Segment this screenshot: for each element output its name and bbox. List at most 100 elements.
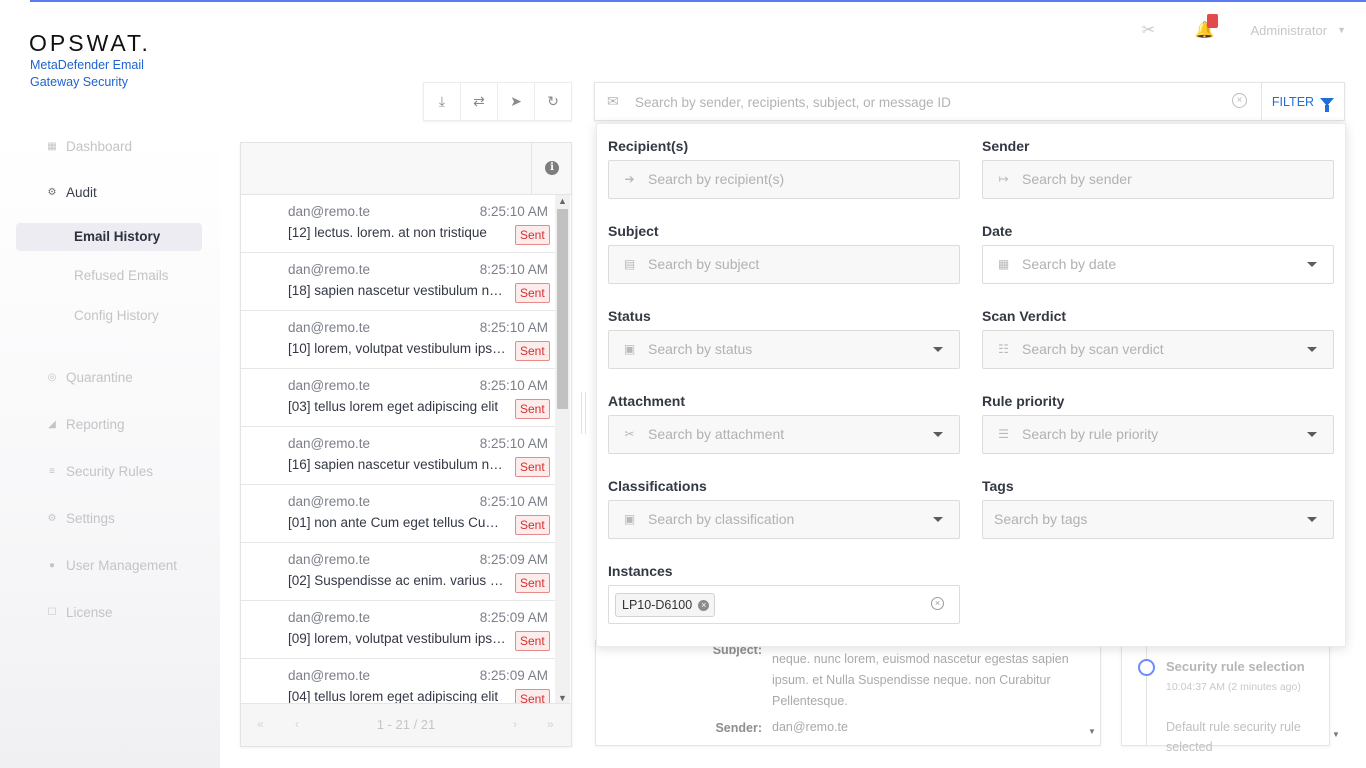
instance-chip[interactable]: LP10-D6100 × [615, 593, 716, 617]
sidebar-item-label: Reporting [66, 417, 125, 432]
remove-chip-icon[interactable]: × [698, 599, 710, 611]
instances-field[interactable]: LP10-D6100 × × [608, 585, 960, 624]
settings-icon: ⚙ [47, 513, 57, 524]
table-row[interactable]: dan@remo.te 8:25:10 AM [01] non ante Cum… [241, 485, 555, 543]
caret-down-icon [933, 347, 943, 352]
scroll-down-icon[interactable]: ▼ [555, 693, 570, 703]
sender-field[interactable]: ↦ Search by sender [982, 160, 1334, 199]
email-subject: [09] lorem, volutpat vestibulum ipsum [288, 631, 508, 646]
email-sender: dan@remo.te [288, 494, 370, 509]
email-sender: dan@remo.te [288, 320, 370, 335]
caret-down-icon [1307, 432, 1317, 437]
search-input[interactable] [633, 83, 1227, 122]
info-icon[interactable]: i [545, 161, 559, 175]
subject-field[interactable]: ▤ Search by subject [608, 245, 960, 284]
caret-down-icon [1307, 262, 1317, 267]
table-row[interactable]: dan@remo.te 8:25:09 AM [02] Suspendisse … [241, 543, 555, 601]
sign-in-icon: ➔ [624, 172, 635, 186]
attachment-field[interactable]: ✂ Search by attachment [608, 415, 960, 454]
sidebar-item-security-rules[interactable]: ≡ Security Rules [46, 464, 153, 479]
calendar-icon: ▦ [997, 257, 1010, 271]
audit-icon: ⚙ [47, 187, 57, 198]
status-badge: Sent [515, 689, 550, 703]
sidebar-item-email-history[interactable]: Email History [74, 229, 160, 244]
scan-verdict-placeholder: Search by scan verdict [1022, 341, 1164, 357]
email-time: 8:25:10 AM [479, 320, 548, 335]
opswat-logo: OPSWAT. [29, 30, 151, 56]
recipients-placeholder: Search by recipient(s) [648, 171, 785, 187]
file-search-icon: ☷ [998, 342, 1009, 356]
recipients-field[interactable]: ➔ Search by recipient(s) [608, 160, 960, 199]
tags-field[interactable]: Search by tags [982, 500, 1334, 539]
table-row[interactable]: dan@remo.te 8:25:10 AM [12] lectus. lore… [241, 195, 555, 253]
clear-icon[interactable]: × [1232, 93, 1247, 108]
user-menu[interactable]: Administrator ▼ [1251, 23, 1347, 38]
integration-icon[interactable]: ✂ [1139, 20, 1159, 40]
sidebar-item-label: License [66, 605, 113, 620]
sidebar-item-refused-emails[interactable]: Refused Emails [74, 268, 169, 283]
scan-verdict-field[interactable]: ☷ Search by scan verdict [982, 330, 1334, 369]
next-page-icon[interactable]: › [513, 717, 517, 731]
email-subject: [02] Suspendisse ac enim. varius eget [288, 573, 508, 588]
list-scrollbar[interactable]: ▲ ▼ [555, 195, 570, 703]
classifications-label: Classifications [608, 478, 707, 494]
sidebar-item-config-history[interactable]: Config History [74, 308, 159, 323]
send-icon: ➤ [510, 93, 522, 109]
email-sender: dan@remo.te [288, 378, 370, 393]
sidebar-item-settings[interactable]: ⚙ Settings [46, 511, 115, 526]
caret-down-icon [1307, 347, 1317, 352]
panel-splitter-handle[interactable] [581, 392, 586, 434]
sidebar-item-audit[interactable]: ⚙ Audit [46, 185, 97, 200]
email-time: 8:25:10 AM [479, 204, 548, 219]
table-row[interactable]: dan@remo.te 8:25:10 AM [10] lorem, volut… [241, 311, 555, 369]
email-time: 8:25:09 AM [479, 610, 548, 625]
scroll-up-icon[interactable]: ▲ [555, 196, 570, 206]
timeline-panel: Security rule selection 10:04:37 AM (2 m… [1121, 640, 1330, 754]
sender-placeholder: Search by sender [1022, 171, 1132, 187]
table-row[interactable]: dan@remo.te 8:25:09 AM [09] lorem, volut… [241, 601, 555, 659]
sidebar-item-license[interactable]: ☐ License [46, 605, 113, 620]
classifications-field[interactable]: ▣ Search by classification [608, 500, 960, 539]
license-icon: ☐ [47, 607, 57, 618]
list-toolbar: ⤓ ⇄ ➤ ↻ [423, 82, 572, 121]
scroll-down-icon[interactable]: ▼ [1332, 730, 1340, 739]
sidebar-item-user-management[interactable]: ● User Management [46, 558, 177, 573]
sidebar-item-dashboard[interactable]: ▦ Dashboard [46, 139, 132, 154]
detail-subject-value: neque. nunc lorem, euismod nascetur eges… [772, 652, 1069, 708]
sign-out-icon: ↦ [998, 172, 1009, 186]
refresh-button[interactable]: ↻ [535, 83, 571, 120]
email-time: 8:25:10 AM [479, 436, 548, 451]
attachment-label: Attachment [608, 393, 686, 409]
clear-icon[interactable]: × [931, 597, 944, 610]
product-name: MetaDefender Email Gateway Security [30, 58, 144, 89]
email-time: 8:25:10 AM [479, 494, 548, 509]
table-row[interactable]: dan@remo.te 8:25:10 AM [03] tellus lorem… [241, 369, 555, 427]
attachment-placeholder: Search by attachment [648, 426, 785, 442]
status-field[interactable]: ▣ Search by status [608, 330, 960, 369]
rule-priority-field[interactable]: ☰ Search by rule priority [982, 415, 1334, 454]
resend-button[interactable]: ⇄ [461, 83, 498, 120]
table-row[interactable]: dan@remo.te 8:25:09 AM [04] tellus lorem… [241, 659, 555, 703]
scrollbar-thumb[interactable] [557, 209, 568, 409]
email-sender: dan@remo.te [288, 610, 370, 625]
notification-badge [1206, 14, 1218, 28]
export-button[interactable]: ⤓ [424, 83, 461, 120]
table-row[interactable]: dan@remo.te 8:25:10 AM [18] sapien nasce… [241, 253, 555, 311]
sidebar-item-label: Dashboard [66, 139, 133, 154]
filter-dropdown: Recipient(s) ➔ Search by recipient(s) Se… [596, 123, 1346, 647]
timeline-time: 10:04:37 AM (2 minutes ago) [1166, 681, 1301, 693]
release-button[interactable]: ➤ [498, 83, 535, 120]
status-badge: Sent [515, 573, 550, 593]
email-subject: [03] tellus lorem eget adipiscing elit [288, 399, 499, 414]
sidebar-item-quarantine[interactable]: ◎ Quarantine [46, 370, 133, 385]
email-subject: [18] sapien nascetur vestibulum neque [288, 283, 508, 298]
email-subject: [16] sapien nascetur vestibulum neque [288, 457, 508, 472]
pagination: « ‹ 1 - 21 / 21 › » [241, 703, 571, 746]
last-page-icon[interactable]: » [547, 717, 554, 731]
date-field[interactable]: ▦ Search by date [982, 245, 1334, 284]
sidebar-item-reporting[interactable]: ◢ Reporting [46, 417, 125, 432]
filter-button[interactable]: FILTER [1261, 83, 1344, 120]
bell-icon[interactable]: 🔔 [1195, 14, 1218, 40]
table-row[interactable]: dan@remo.te 8:25:10 AM [16] sapien nasce… [241, 427, 555, 485]
scroll-down-icon[interactable]: ▼ [1088, 727, 1096, 736]
